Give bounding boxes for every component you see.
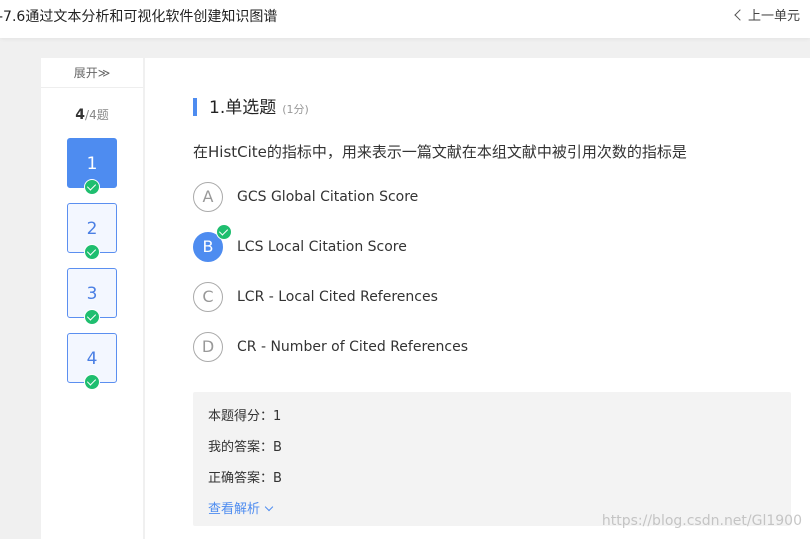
question-score: (1分): [282, 103, 309, 116]
prev-unit-button[interactable]: 上一单元: [734, 5, 800, 24]
question-count: 4/4题: [41, 106, 143, 123]
option-b[interactable]: B LCS Local Citation Score: [193, 224, 593, 264]
option-letter: D: [193, 332, 223, 362]
option-text: LCS Local Citation Score: [237, 239, 407, 255]
check-icon: [84, 244, 100, 260]
option-d[interactable]: D CR - Number of Cited References: [193, 332, 593, 364]
option-text: GCS Global Citation Score: [237, 189, 419, 205]
question-header: 1.单选题 (1分): [193, 98, 309, 118]
correct-answer-text: 正确答案：B: [208, 471, 282, 486]
question-stem: 在HistCite的指标中，用来表示一篇文献在本组文献中被引用次数的指标是: [193, 143, 687, 161]
check-icon: [84, 374, 100, 390]
current-count: 4: [75, 107, 86, 123]
top-bar: -7.6通过文本分析和可视化软件创建知识图谱 上一单元: [0, 0, 810, 38]
question-number: 3: [86, 284, 98, 304]
question-panel: 1.单选题 (1分) 在HistCite的指标中，用来表示一篇文献在本组文献中被引…: [145, 58, 810, 539]
expand-button[interactable]: 展开≫: [41, 58, 143, 88]
question-button-2[interactable]: 2: [67, 203, 117, 260]
view-analysis-label: 查看解析: [208, 502, 261, 517]
check-icon: [216, 224, 232, 240]
score-text: 本题得分：1: [208, 409, 282, 424]
option-letter: A: [193, 182, 223, 212]
check-icon: [84, 309, 100, 325]
view-analysis-link[interactable]: 查看解析: [208, 498, 274, 517]
option-a[interactable]: A GCS Global Citation Score: [193, 182, 593, 214]
watermark: https://blog.csdn.net/Gl1900: [601, 513, 802, 529]
chevron-left-icon: [734, 9, 746, 21]
question-button-1[interactable]: 1: [67, 138, 117, 195]
option-text: CR - Number of Cited References: [237, 339, 468, 355]
question-button-3[interactable]: 3: [67, 268, 117, 325]
question-number: 2: [86, 219, 98, 239]
result-panel: 本题得分：1 我的答案：B 正确答案：B 查看解析: [193, 392, 791, 526]
chevron-down-icon: [264, 502, 274, 512]
option-letter: C: [193, 282, 223, 312]
question-number: 1: [86, 154, 98, 174]
question-nav-sidebar: 展开≫ 4/4题 1 2 3 4: [41, 58, 143, 539]
my-answer-text: 我的答案：B: [208, 440, 282, 455]
page-title: -7.6通过文本分析和可视化软件创建知识图谱: [0, 9, 278, 25]
option-text: LCR - Local Cited References: [237, 289, 438, 305]
question-title: 1.单选题: [209, 98, 277, 118]
option-letter-badge: B: [193, 224, 232, 262]
question-button-4[interactable]: 4: [67, 333, 117, 390]
question-number: 4: [86, 349, 98, 369]
prev-unit-label: 上一单元: [747, 9, 800, 24]
check-icon: [84, 179, 100, 195]
option-letter: B: [202, 237, 214, 256]
total-count: /4题: [85, 108, 109, 122]
option-c[interactable]: C LCR - Local Cited References: [193, 282, 593, 314]
